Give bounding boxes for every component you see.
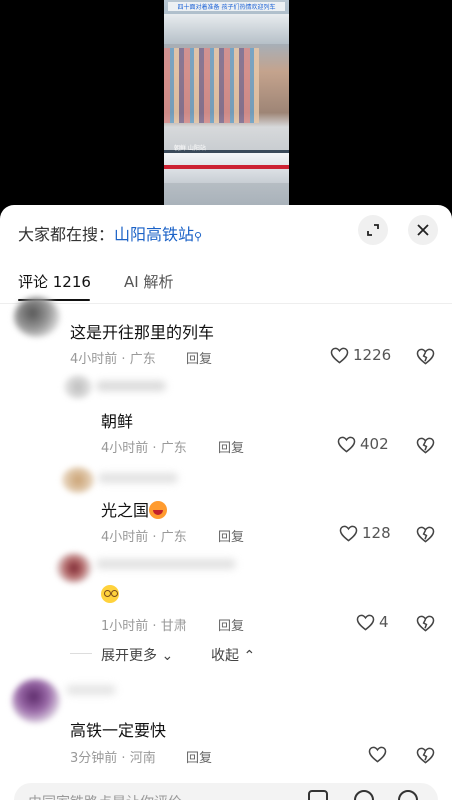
grin-emoji	[149, 501, 168, 519]
search-icon: ⚲	[194, 230, 203, 243]
search-suggestion[interactable]: 大家都在搜：山阳高铁站⚲	[18, 221, 202, 245]
station-roof	[164, 14, 289, 44]
broken-heart-icon	[416, 526, 435, 543]
train-stripe	[164, 165, 289, 169]
username-blurred	[66, 685, 116, 695]
like-button[interactable]	[368, 746, 387, 763]
like-button[interactable]: 1226	[330, 346, 391, 364]
like-count: 4	[379, 613, 389, 631]
reply-button[interactable]: 回复	[218, 437, 244, 456]
image-icon[interactable]	[308, 790, 328, 800]
avatar[interactable]	[64, 375, 92, 399]
comment-meta: 1小时前 · 甘肃	[101, 619, 187, 634]
comment-text: 这是开往那里的列车	[70, 323, 215, 342]
heart-icon	[337, 436, 356, 453]
expand-button[interactable]	[358, 215, 388, 245]
avatar[interactable]	[12, 679, 60, 723]
broken-heart-icon	[416, 747, 435, 764]
heart-icon	[330, 347, 349, 364]
comment-text: 朝鲜	[101, 412, 134, 431]
reply-button[interactable]: 回复	[186, 747, 212, 766]
heart-icon	[339, 525, 358, 542]
comment-text: 光之国	[101, 497, 168, 521]
username-blurred	[96, 559, 236, 569]
avatar[interactable]	[56, 553, 92, 583]
mention-icon[interactable]	[354, 790, 374, 800]
broken-heart-icon	[416, 615, 435, 632]
video-frame: 四十面对着准备 孩子们热情欢迎列车 朝鲜 山阳站	[164, 0, 289, 205]
like-button[interactable]: 4	[356, 613, 389, 631]
crowd-image	[164, 48, 259, 123]
video-overlay-tag: 朝鲜 山阳站	[174, 145, 206, 152]
close-icon	[417, 224, 429, 236]
dislike-button[interactable]	[416, 747, 435, 764]
username-blurred	[98, 473, 178, 483]
dislike-button[interactable]	[416, 526, 435, 543]
comment-meta: 3分钟前 · 河南	[70, 751, 156, 766]
heart-icon	[368, 746, 387, 763]
dislike-button[interactable]	[416, 437, 435, 454]
thread-line	[70, 653, 92, 654]
comment-meta: 4小时前 · 广东	[101, 441, 187, 456]
chevron-up-icon: ⌃	[243, 648, 256, 664]
dislike-button[interactable]	[416, 615, 435, 632]
comment-meta: 4小时前 · 广东	[70, 352, 156, 367]
video-caption: 四十面对着准备 孩子们热情欢迎列车	[168, 2, 285, 11]
comment-input[interactable]: 由同家铁路点是让你评价	[14, 783, 438, 800]
dizzy-emoji	[101, 585, 119, 603]
reply-button[interactable]: 回复	[186, 348, 212, 367]
divider	[0, 303, 452, 304]
chevron-down-icon: ⌄	[161, 648, 174, 664]
like-count: 128	[362, 524, 391, 542]
expand-icon	[367, 224, 379, 236]
collapse-button[interactable]: 收起 ⌃	[211, 645, 255, 665]
comment-text	[101, 585, 119, 604]
tab-ai-analysis[interactable]: AI 解析	[124, 271, 173, 292]
dislike-button[interactable]	[416, 348, 435, 365]
emoji-icon[interactable]	[398, 790, 418, 800]
like-button[interactable]: 402	[337, 435, 389, 453]
video-player[interactable]: 四十面对着准备 孩子们热情欢迎列车 朝鲜 山阳站	[0, 0, 452, 205]
like-button[interactable]: 128	[339, 524, 391, 542]
reply-button[interactable]: 回复	[218, 615, 244, 634]
comment-meta: 4小时前 · 广东	[101, 530, 187, 545]
expand-more-button[interactable]: 展开更多 ⌄	[101, 645, 173, 665]
comments-sheet: 大家都在搜：山阳高铁站⚲ 评论 1216 AI 解析 这是开往那里的列车 4小时…	[0, 205, 452, 800]
reply-button[interactable]: 回复	[218, 526, 244, 545]
comment-text: 高铁一定要快	[70, 721, 167, 740]
tab-comments[interactable]: 评论 1216	[18, 271, 91, 292]
avatar[interactable]	[14, 297, 60, 337]
heart-icon	[356, 614, 375, 631]
broken-heart-icon	[416, 437, 435, 454]
close-button[interactable]	[408, 215, 438, 245]
search-prefix: 大家都在搜：	[18, 225, 115, 244]
avatar[interactable]	[62, 467, 94, 493]
broken-heart-icon	[416, 348, 435, 365]
like-count: 402	[360, 435, 389, 453]
username-blurred	[96, 381, 166, 391]
like-count: 1226	[353, 346, 392, 364]
search-keyword[interactable]: 山阳高铁站	[114, 225, 194, 244]
comment-input-placeholder: 由同家铁路点是让你评价	[28, 792, 182, 800]
